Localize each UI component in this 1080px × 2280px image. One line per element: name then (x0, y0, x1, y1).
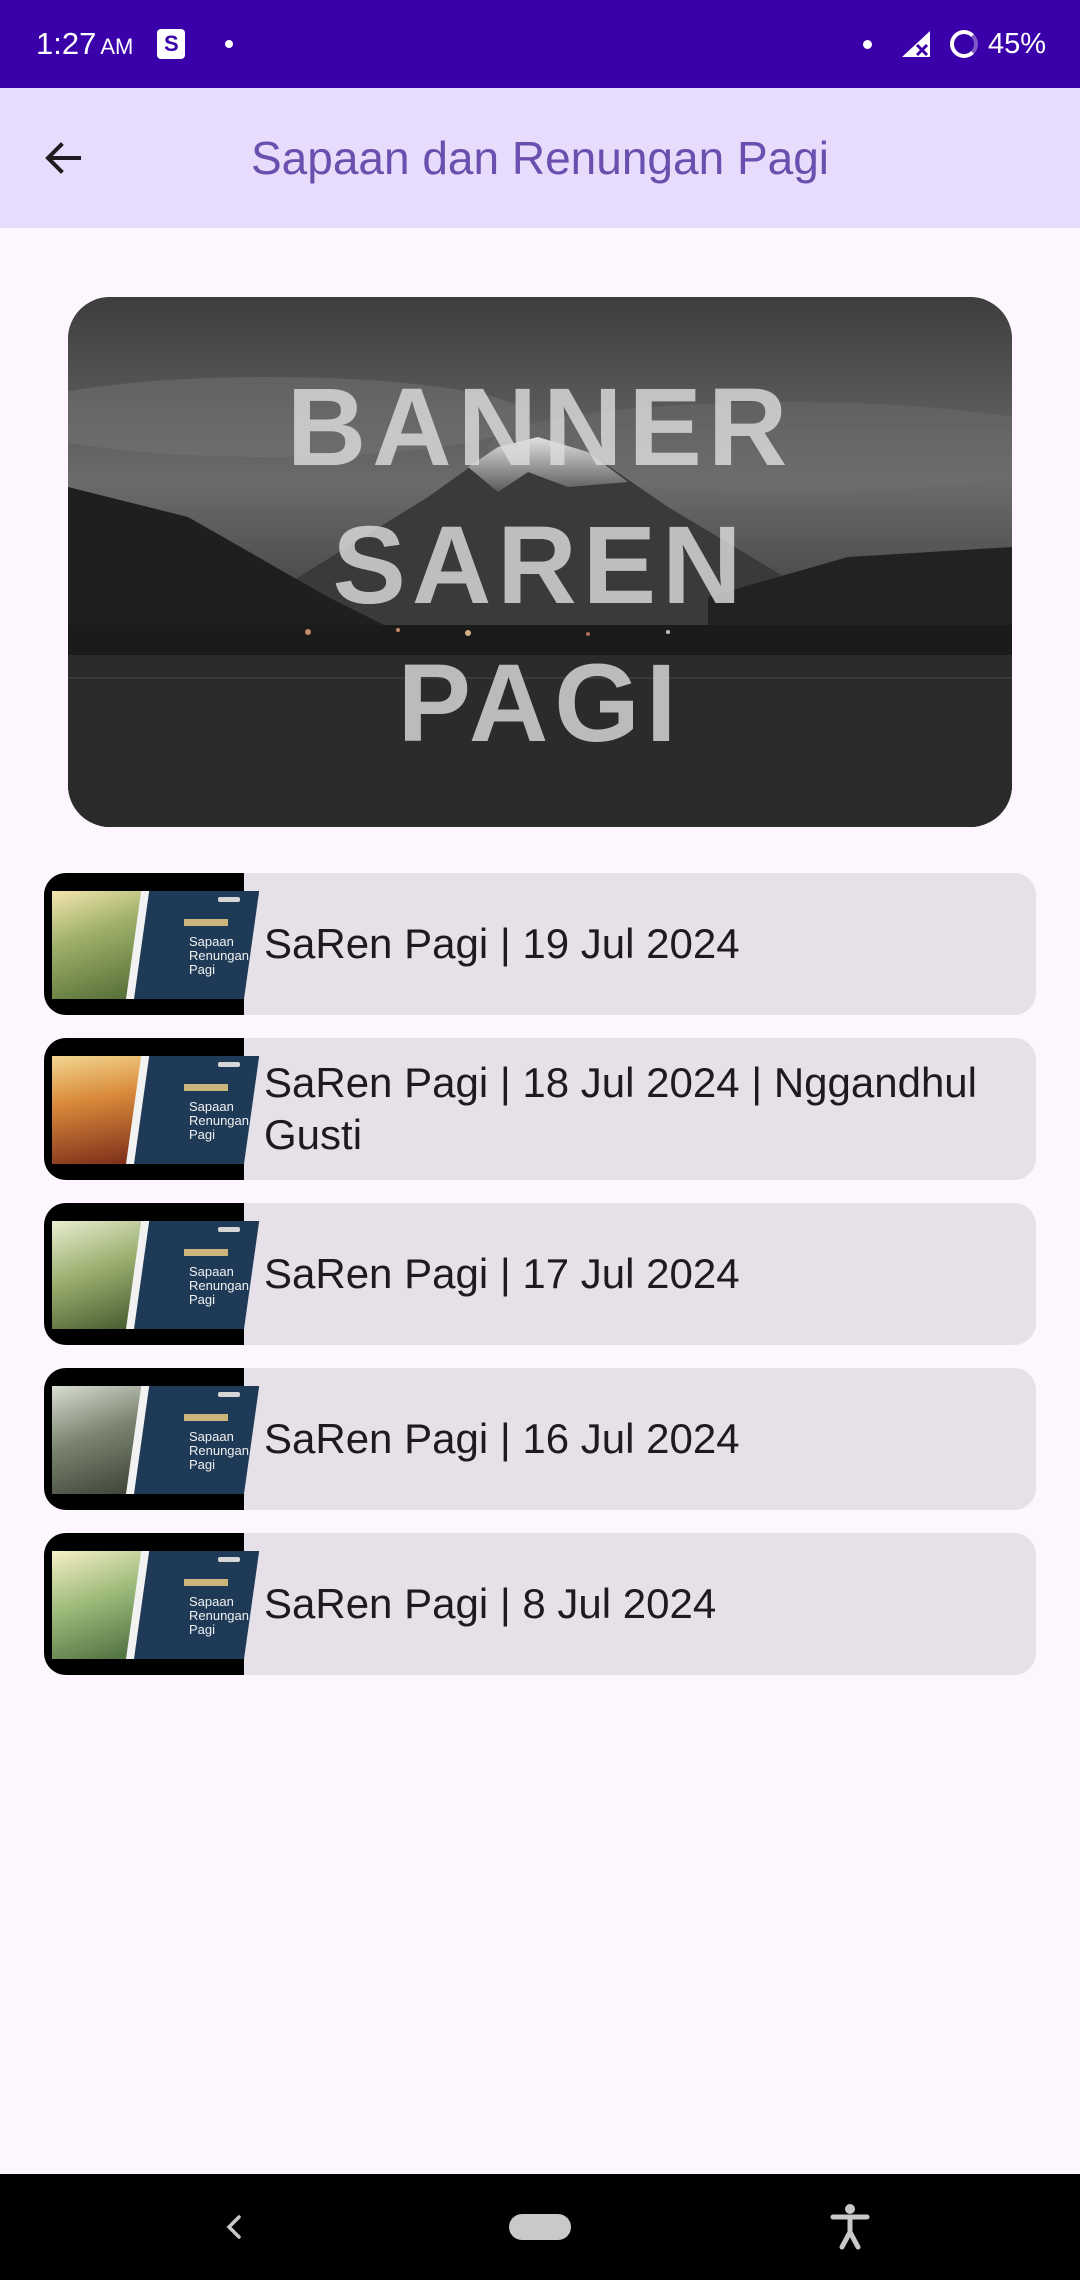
banner-line-1: BANNER (286, 366, 794, 489)
status-bar-right: 45% (862, 27, 1046, 61)
thumbnail-title-2: Renungan Pagi (189, 1278, 249, 1307)
date-tag (184, 1579, 228, 1586)
list-item[interactable]: Sapaan Renungan Pagi SaRen Pagi | 16 Jul… (44, 1368, 1036, 1510)
home-pill-icon[interactable] (509, 2214, 571, 2240)
banner-line-3: PAGI (397, 642, 683, 765)
thumbnail-image: Sapaan Renungan Pagi (44, 1533, 260, 1675)
battery-percent: 45% (987, 27, 1046, 60)
list-item-label: SaRen Pagi | 8 Jul 2024 (264, 1580, 717, 1627)
brand-mark-icon (218, 1062, 240, 1067)
status-bar: 1:27 AM S 45% (0, 0, 1080, 88)
list-item[interactable]: Sapaan Renungan Pagi SaRen Pagi | 19 Jul… (44, 873, 1036, 1015)
thumbnail-image: Sapaan Renungan Pagi (44, 873, 260, 1015)
banner-image: BANNER SAREN PAGI (68, 297, 1012, 827)
list-item[interactable]: Sapaan Renungan Pagi SaRen Pagi | 17 Jul… (44, 1203, 1036, 1345)
back-button[interactable] (28, 123, 98, 193)
list-item-label: SaRen Pagi | 19 Jul 2024 (264, 920, 740, 967)
thumbnail-title-1: Sapaan (189, 1264, 234, 1279)
date-tag (184, 1414, 228, 1421)
status-time: 1:27 (36, 26, 97, 61)
notification-dot-icon (225, 40, 234, 48)
page-title: Sapaan dan Renungan Pagi (250, 132, 830, 184)
list-item[interactable]: Sapaan Renungan Pagi SaRen Pagi | 8 Jul … (44, 1533, 1036, 1675)
thumbnail-image: Sapaan Renungan Pagi (44, 1368, 260, 1510)
thumbnail-title-1: Sapaan (189, 934, 234, 949)
thumbnail-title-2: Renungan Pagi (189, 1443, 249, 1472)
date-tag (184, 1084, 228, 1091)
thumbnail-image: Sapaan Renungan Pagi (44, 1038, 260, 1180)
shopping-bag-icon: S (157, 29, 186, 59)
banner-text: BANNER SAREN PAGI (68, 359, 1012, 773)
thumbnail-title-1: Sapaan (189, 1099, 234, 1114)
signal-icon (901, 31, 930, 57)
list-item-label: SaRen Pagi | 18 Jul 2024 | Nggandhul Gus… (264, 1059, 977, 1158)
notification-dot-icon (862, 39, 872, 49)
list-item-label: SaRen Pagi | 16 Jul 2024 (264, 1415, 740, 1462)
status-ampm: AM (100, 34, 134, 59)
thumbnail-title-1: Sapaan (189, 1429, 234, 1444)
nav-back-button[interactable] (214, 2204, 254, 2250)
thumbnail-title-2: Renungan Pagi (189, 1608, 249, 1637)
arrow-left-icon (45, 142, 81, 174)
date-tag (184, 919, 228, 926)
brand-mark-icon (218, 1557, 240, 1562)
list-item-label: SaRen Pagi | 17 Jul 2024 (264, 1250, 740, 1297)
thumbnail-title-2: Renungan Pagi (189, 1113, 249, 1142)
brand-mark-icon (218, 897, 240, 902)
app-bar: Sapaan dan Renungan Pagi (0, 88, 1080, 228)
thumbnail-title-1: Sapaan (189, 1594, 234, 1609)
thumbnail-title-2: Renungan Pagi (189, 948, 249, 977)
date-tag (184, 1249, 228, 1256)
system-nav-bar (0, 2174, 1080, 2280)
brand-mark-icon (218, 1392, 240, 1397)
thumbnail-image: Sapaan Renungan Pagi (44, 1203, 260, 1345)
accessibility-icon[interactable] (828, 2202, 872, 2250)
banner-line-2: SAREN (332, 504, 748, 627)
battery-icon (949, 30, 978, 58)
brand-mark-icon (218, 1227, 240, 1232)
status-bar-left: 1:27 AM S (36, 26, 234, 62)
list-item[interactable]: Sapaan Renungan Pagi SaRen Pagi | 18 Jul… (44, 1038, 1036, 1180)
chevron-left-icon (226, 2215, 241, 2239)
